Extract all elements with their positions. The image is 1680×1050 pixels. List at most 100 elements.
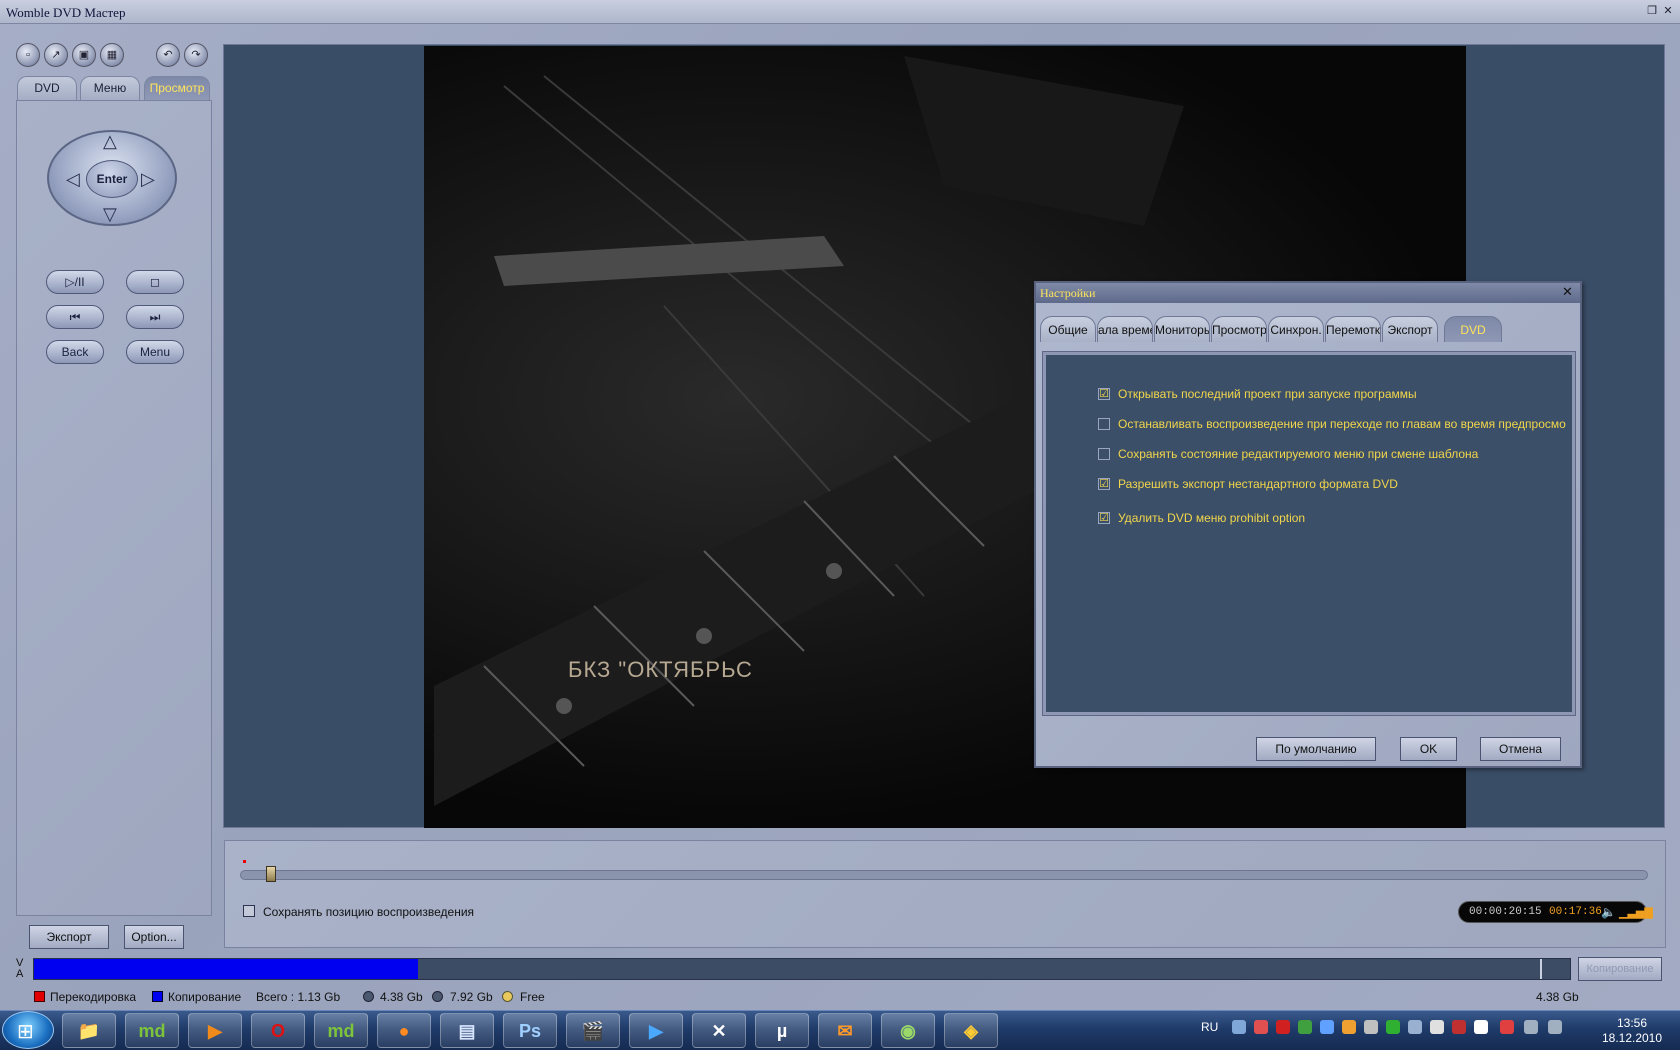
tab-scrub[interactable]: Перемотка — [1325, 316, 1381, 342]
tray-sound-icon[interactable] — [1254, 1020, 1268, 1034]
nav-left-icon[interactable]: ◁ — [66, 170, 80, 188]
taskbar-app-womble[interactable]: ◈ — [944, 1013, 998, 1048]
legend-dvd9: 7.92 Gb — [450, 990, 493, 1004]
taskbar-app-md[interactable]: md — [125, 1013, 179, 1048]
clock-date: 18.12.2010 — [1601, 1031, 1663, 1045]
tray-app-icon[interactable] — [1408, 1020, 1422, 1034]
taskbar-app-utorrent[interactable]: µ — [755, 1013, 809, 1048]
prev-chapter-button[interactable]: ⏮ — [46, 305, 104, 329]
option-stop-playback: Останавливать воспроизведение при перехо… — [1118, 417, 1566, 431]
taskbar-app-photoshop[interactable]: Ps — [503, 1013, 557, 1048]
seek-thumb[interactable] — [266, 866, 276, 882]
clock-time: 13:56 — [1616, 1016, 1648, 1030]
taskbar-app-explorer[interactable]: 📁 — [62, 1013, 116, 1048]
close-icon[interactable]: ✕ — [1661, 5, 1675, 17]
tab-view[interactable]: Просмотр — [1211, 316, 1267, 342]
tab-preview[interactable]: Просмотр — [144, 76, 210, 100]
time-display: 00:00:20:15 00:17:36 🔈 ▁▃▅▇ — [1458, 901, 1653, 923]
start-button[interactable]: ⊞ — [2, 1011, 54, 1049]
default-button[interactable]: По умолчанию — [1256, 737, 1376, 761]
tab-sync[interactable]: Синхрон. — [1268, 316, 1324, 342]
nav-right-icon[interactable]: ▷ — [141, 170, 155, 188]
taskbar-app-media[interactable]: ▶ — [629, 1013, 683, 1048]
taskbar-app-mail[interactable]: ✉ — [818, 1013, 872, 1048]
dialog-close-icon[interactable]: ✕ — [1562, 284, 1573, 300]
tray-app-icon[interactable] — [1452, 1020, 1466, 1034]
option-checkbox[interactable]: ☑ — [1098, 478, 1110, 490]
tray-flag-icon[interactable] — [1500, 1020, 1514, 1034]
ok-button[interactable]: OK — [1400, 737, 1457, 761]
undo-icon[interactable]: ↶ — [156, 43, 180, 67]
nav-up-icon[interactable]: △ — [103, 132, 117, 150]
option-button[interactable]: Option... — [124, 925, 184, 949]
tab-menu[interactable]: Меню — [80, 76, 140, 100]
tab-dvd[interactable]: DVD — [17, 76, 77, 100]
disc-size-label: 4.38 Gb — [1536, 990, 1579, 1004]
save-as-icon[interactable]: ▦ — [100, 43, 124, 67]
option-remove-prohibit: Удалить DVD меню prohibit option — [1118, 511, 1306, 525]
dvd5-legend-icon — [363, 991, 374, 1002]
taskbar-app-network[interactable]: ◉ — [881, 1013, 935, 1048]
windows-logo-icon: ⊞ — [17, 1021, 34, 1043]
clock[interactable]: 13:56 18.12.2010 — [1592, 1016, 1672, 1046]
time-total: 00:17:36 — [1549, 906, 1602, 918]
tab-dvd-settings[interactable]: DVD — [1444, 316, 1502, 342]
disc-usage-fill — [34, 959, 418, 979]
cancel-button[interactable]: Отмена — [1480, 737, 1561, 761]
export-button[interactable]: Экспорт — [29, 925, 109, 949]
option-checkbox[interactable]: ☑ — [1098, 512, 1110, 524]
taskbar-app-xnview[interactable]: ✕ — [692, 1013, 746, 1048]
tray-app-icon[interactable] — [1430, 1020, 1444, 1034]
signal-level-icon: ▁▃▅▇ — [1619, 907, 1653, 919]
dialog-title-bar: Настройки ✕ — [1036, 283, 1580, 303]
keep-position-checkbox[interactable] — [243, 905, 255, 917]
option-checkbox[interactable]: ☑ — [1098, 388, 1110, 400]
tray-app-icon[interactable] — [1342, 1020, 1356, 1034]
open-project-icon[interactable]: ↗ — [44, 43, 68, 67]
taskbar-app-md2[interactable]: md — [314, 1013, 368, 1048]
dvd9-legend-icon — [432, 991, 443, 1002]
redo-icon[interactable]: ↷ — [184, 43, 208, 67]
restore-icon[interactable]: ❐ — [1645, 5, 1659, 17]
tray-app-icon[interactable] — [1364, 1020, 1378, 1034]
tab-timeline[interactable]: ала време — [1097, 316, 1153, 342]
option-checkbox[interactable] — [1098, 448, 1110, 460]
seek-track[interactable] — [240, 870, 1648, 880]
title-bar: Womble DVD Мастер ❐ ✕ — [0, 0, 1680, 24]
transcode-legend-icon — [34, 991, 45, 1002]
tray-display-icon[interactable] — [1524, 1020, 1538, 1034]
play-pause-button[interactable]: ▷/II — [46, 270, 104, 294]
next-chapter-button[interactable]: ⏭ — [126, 305, 184, 329]
tray-volume-icon[interactable] — [1548, 1020, 1562, 1034]
menu-button[interactable]: Menu — [126, 340, 184, 364]
tab-monitors[interactable]: Мониторы — [1154, 316, 1210, 342]
save-icon[interactable]: ▣ — [72, 43, 96, 67]
tray-app-icon[interactable] — [1298, 1020, 1312, 1034]
taskbar-app-video-pro[interactable]: 🎬 — [566, 1013, 620, 1048]
tray-app-icon[interactable] — [1474, 1020, 1488, 1034]
new-project-icon[interactable]: ▫ — [16, 43, 40, 67]
volume-icon[interactable]: 🔈 — [1601, 905, 1616, 919]
legend-dvd5: 4.38 Gb — [380, 990, 423, 1004]
taskbar-app-opera[interactable]: O — [251, 1013, 305, 1048]
tab-export[interactable]: Экспорт — [1382, 316, 1438, 342]
tray-network-icon[interactable] — [1232, 1020, 1246, 1034]
window-title: Womble DVD Мастер — [6, 5, 126, 20]
dvd-options-panel — [1042, 351, 1576, 716]
copy-button[interactable]: Копирование — [1578, 957, 1662, 981]
option-checkbox[interactable] — [1098, 418, 1110, 430]
taskbar-app-dvd-app[interactable]: ▤ — [440, 1013, 494, 1048]
taskbar-app-media-player[interactable]: ▶ — [188, 1013, 242, 1048]
enter-button[interactable]: Enter — [86, 160, 138, 198]
tray-app-icon[interactable] — [1320, 1020, 1334, 1034]
tray-app-icon[interactable] — [1386, 1020, 1400, 1034]
free-legend-icon — [502, 991, 513, 1002]
tray-app-icon[interactable] — [1276, 1020, 1290, 1034]
taskbar-app-firefox[interactable]: ● — [377, 1013, 431, 1048]
stop-button[interactable]: ◻ — [126, 270, 184, 294]
nav-down-icon[interactable]: ▽ — [103, 205, 117, 223]
tab-general[interactable]: Общие — [1040, 316, 1096, 342]
back-button[interactable]: Back — [46, 340, 104, 364]
legend-free: Free — [520, 990, 545, 1004]
language-indicator[interactable]: RU — [1201, 1020, 1218, 1034]
